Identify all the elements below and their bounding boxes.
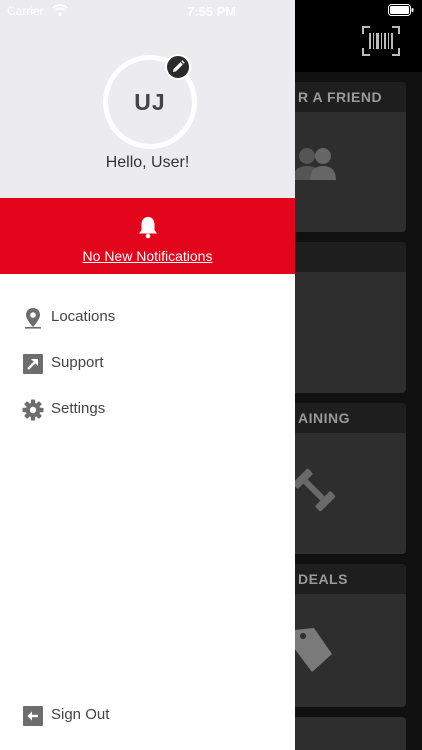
menu-item-support[interactable]: Support — [22, 351, 272, 377]
card-title: R A FRIEND — [290, 82, 406, 112]
card-blank[interactable] — [290, 242, 406, 393]
menu-item-locations[interactable]: Locations — [22, 305, 272, 331]
card-partial[interactable] — [290, 717, 406, 750]
card-deals[interactable]: DEALS — [290, 564, 406, 707]
card-title: DEALS — [290, 564, 406, 594]
tag-icon — [294, 628, 332, 672]
menu-item-settings[interactable]: Settings — [22, 397, 272, 423]
sign-out-icon — [23, 706, 43, 726]
barcode-scanner-icon[interactable] — [362, 26, 400, 56]
card-title — [290, 242, 406, 272]
side-drawer: UJ Hello, User! No New Notifications Loc… — [0, 0, 295, 750]
menu-item-label: Support — [51, 354, 104, 371]
location-pin-icon — [25, 308, 41, 329]
profile-header: UJ Hello, User! — [0, 0, 295, 198]
menu-item-label: Locations — [51, 308, 116, 325]
status-bar: Carrier 7:55 PM — [0, 0, 422, 22]
time-label: 7:55 PM — [187, 4, 237, 19]
card-refer-friend[interactable]: R A FRIEND — [290, 82, 406, 232]
wifi-icon — [52, 4, 68, 16]
notifications-link[interactable]: No New Notifications — [0, 248, 295, 264]
card-title: AINING — [290, 403, 406, 433]
sign-out-label: Sign Out — [51, 706, 110, 723]
card-training[interactable]: AINING — [290, 403, 406, 554]
carrier-label: Carrier — [7, 4, 44, 18]
gear-icon — [22, 399, 44, 421]
battery-icon — [388, 4, 414, 16]
pencil-icon — [173, 60, 185, 72]
menu-item-label: Settings — [51, 400, 106, 417]
edit-profile-button[interactable] — [165, 54, 191, 80]
dumbbell-icon — [292, 468, 336, 512]
external-link-icon — [23, 354, 43, 374]
greeting: Hello, User! — [105, 154, 190, 171]
sign-out-button[interactable]: Sign Out — [22, 703, 272, 729]
people-icon — [293, 148, 336, 180]
bell-icon — [139, 217, 157, 239]
